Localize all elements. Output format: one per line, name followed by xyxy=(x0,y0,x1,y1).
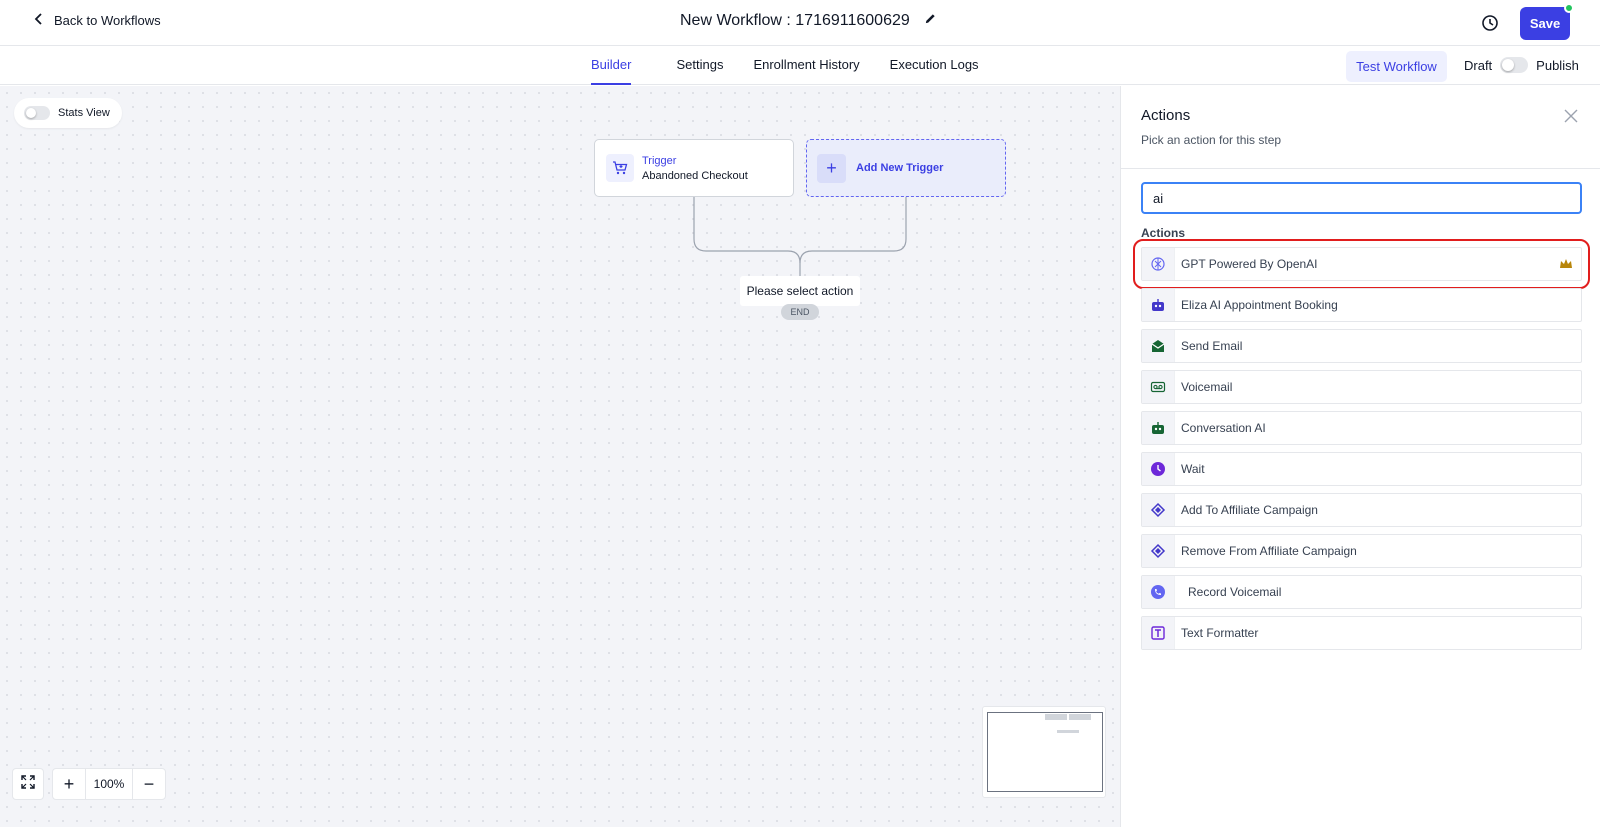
action-label: Wait xyxy=(1181,462,1205,476)
minimap-node xyxy=(1057,730,1079,733)
tab-enrollment-history[interactable]: Enrollment History xyxy=(738,46,874,85)
fit-view-button[interactable] xyxy=(12,768,44,800)
voicemail-icon xyxy=(1142,371,1175,403)
tab-builder[interactable]: Builder xyxy=(591,46,632,85)
affiliate-icon xyxy=(1142,535,1175,567)
top-bar: Back to Workflows New Workflow : 1716911… xyxy=(0,0,1600,46)
panel-subtitle: Pick an action for this step xyxy=(1141,133,1282,147)
minimap-node xyxy=(1045,714,1067,720)
action-label: Eliza AI Appointment Booking xyxy=(1181,298,1338,312)
close-icon[interactable] xyxy=(1564,109,1578,123)
end-marker: END xyxy=(781,304,819,320)
affiliate-icon xyxy=(1142,494,1175,526)
email-icon xyxy=(1142,330,1175,362)
test-workflow-button[interactable]: Test Workflow xyxy=(1346,51,1447,82)
action-item-remove-affiliate[interactable]: Remove From Affiliate Campaign xyxy=(1141,534,1582,568)
action-item-eliza-ai[interactable]: Eliza AI Appointment Booking xyxy=(1141,288,1582,322)
publish-label: Publish xyxy=(1536,57,1579,73)
publish-toggle-group: Draft Publish xyxy=(1464,57,1579,73)
action-item-text-formatter[interactable]: Text Formatter xyxy=(1141,616,1582,650)
trigger-node-text: Trigger Abandoned Checkout xyxy=(642,155,748,182)
chevron-left-icon xyxy=(32,12,46,29)
action-item-wait[interactable]: Wait xyxy=(1141,452,1582,486)
stats-view-label: Stats View xyxy=(58,107,110,119)
action-label: Conversation AI xyxy=(1181,421,1266,435)
action-item-conversation-ai[interactable]: Conversation AI xyxy=(1141,411,1582,445)
edit-pencil-icon[interactable] xyxy=(924,12,937,30)
minimap[interactable] xyxy=(982,706,1106,798)
action-item-voicemail[interactable]: Voicemail xyxy=(1141,370,1582,404)
action-label: Send Email xyxy=(1181,339,1243,353)
zoom-controls: + 100% − xyxy=(52,768,166,800)
back-to-workflows-link[interactable]: Back to Workflows xyxy=(32,12,161,29)
panel-title: Actions xyxy=(1141,107,1191,124)
crown-icon xyxy=(1559,257,1573,271)
stats-view-toggle-chip[interactable]: Stats View xyxy=(14,98,122,128)
expand-icon xyxy=(20,774,36,795)
minimap-viewport xyxy=(987,712,1103,792)
publish-toggle[interactable] xyxy=(1500,57,1529,73)
action-label: GPT Powered By OpenAI xyxy=(1181,257,1318,271)
action-item-send-email[interactable]: Send Email xyxy=(1141,329,1582,363)
workflow-canvas[interactable]: Stats View Trigger Abandoned Checkout + … xyxy=(0,86,1120,827)
save-button[interactable]: Save xyxy=(1520,3,1574,40)
action-label: Text Formatter xyxy=(1181,626,1259,640)
text-format-icon xyxy=(1142,617,1175,649)
workflow-builder: Back to Workflows New Workflow : 1716911… xyxy=(0,0,1600,827)
add-trigger-label: Add New Trigger xyxy=(856,162,944,174)
action-list: GPT Powered By OpenAI Eliza AI Appointme… xyxy=(1133,239,1590,657)
trigger-title: Trigger xyxy=(642,154,677,167)
divider xyxy=(1121,168,1600,169)
workflow-title: New Workflow : 1716911600629 xyxy=(680,12,937,30)
trigger-node[interactable]: Trigger Abandoned Checkout xyxy=(594,139,794,197)
status-dot xyxy=(1564,3,1574,13)
zoom-out-button[interactable]: − xyxy=(133,769,165,799)
actions-panel: Actions Pick an action for this step Act… xyxy=(1120,86,1600,827)
tabs: Builder Settings Enrollment History Exec… xyxy=(591,46,994,85)
workflow-title-text: New Workflow : 1716911600629 xyxy=(680,12,910,29)
action-item-gpt-openai[interactable]: GPT Powered By OpenAI xyxy=(1133,239,1590,289)
action-label: Record Voicemail xyxy=(1188,585,1282,599)
action-item-record-voicemail[interactable]: Record Voicemail xyxy=(1141,575,1582,609)
select-action-node[interactable]: Please select action xyxy=(740,276,860,306)
robot-icon xyxy=(1142,289,1175,321)
back-label: Back to Workflows xyxy=(54,13,161,28)
add-new-trigger-node[interactable]: + Add New Trigger xyxy=(806,139,1006,197)
zoom-in-button[interactable]: + xyxy=(53,769,85,799)
openai-icon xyxy=(1142,248,1175,280)
minimap-node xyxy=(1069,714,1091,720)
phone-icon xyxy=(1142,576,1175,608)
save-label: Save xyxy=(1529,16,1561,31)
action-label: Remove From Affiliate Campaign xyxy=(1181,544,1357,558)
action-search-input[interactable] xyxy=(1141,182,1582,214)
tab-row: Builder Settings Enrollment History Exec… xyxy=(0,46,1600,85)
shopping-cart-icon xyxy=(606,154,634,182)
section-label: Actions xyxy=(1141,226,1186,240)
robot-icon xyxy=(1142,412,1175,444)
tab-execution-logs[interactable]: Execution Logs xyxy=(875,46,994,85)
plus-icon: + xyxy=(817,153,846,183)
trigger-name: Abandoned Checkout xyxy=(642,169,748,182)
stats-view-toggle[interactable] xyxy=(24,106,50,120)
history-icon[interactable] xyxy=(1480,13,1500,33)
action-label: Add To Affiliate Campaign xyxy=(1181,503,1318,517)
action-item-add-affiliate[interactable]: Add To Affiliate Campaign xyxy=(1141,493,1582,527)
zoom-level: 100% xyxy=(85,769,133,799)
draft-label: Draft xyxy=(1464,57,1493,73)
tab-settings[interactable]: Settings xyxy=(661,46,738,85)
clock-icon xyxy=(1142,453,1175,485)
action-label: Voicemail xyxy=(1181,380,1233,394)
